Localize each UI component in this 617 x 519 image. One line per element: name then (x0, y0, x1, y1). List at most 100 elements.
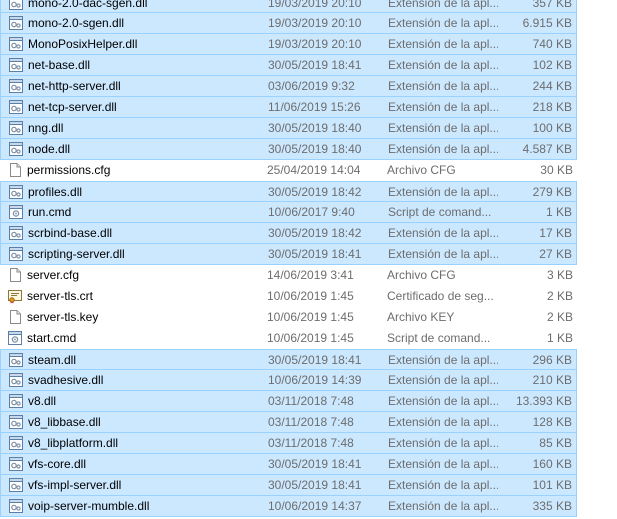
dll-icon (8, 372, 24, 388)
file-row[interactable]: nng.dll 30/05/2019 18:40 Extensión de la a… (0, 118, 577, 139)
file-name: scripting-server.dll (28, 247, 125, 261)
file-date: 19/03/2019 20:10 (268, 0, 362, 10)
file-size: 13.393 KB (515, 394, 572, 408)
dll-icon (8, 435, 24, 451)
file-size: 218 KB (532, 100, 572, 114)
file-date: 30/05/2019 18:42 (268, 226, 362, 240)
file-row[interactable]: voip-server-mumble.dll 10/06/2019 14:37 Ex… (0, 496, 577, 517)
certificate-icon (7, 288, 23, 304)
file-size: 101 KB (532, 478, 572, 492)
file-row[interactable]: run.cmd 10/06/2017 9:40 Script de comand..… (0, 202, 577, 223)
file-name: server-tls.key (27, 310, 99, 324)
dll-icon (8, 120, 24, 136)
file-date: 19/03/2019 20:10 (268, 16, 362, 30)
file-row[interactable]: server-tls.crt 10/06/2019 1:45 Certificado… (0, 286, 577, 307)
file-date: 10/06/2019 1:45 (267, 289, 354, 303)
file-name: nng.dll (28, 121, 64, 135)
file-size: 1 KB (545, 205, 572, 219)
file-size: 244 KB (532, 79, 572, 93)
file-type: Archivo CFG (387, 268, 456, 282)
file-date: 30/05/2019 18:41 (268, 457, 362, 471)
file-row[interactable]: server.cfg 14/06/2019 3:41 Archivo CFG 3 KB (0, 265, 577, 286)
cmd-icon (7, 330, 23, 346)
file-icon (7, 309, 23, 325)
file-row[interactable]: net-tcp-server.dll 11/06/2019 15:26 Extens… (0, 97, 577, 118)
file-row[interactable]: vfs-impl-server.dll 30/05/2019 18:41 Exten… (0, 475, 577, 496)
file-name: v8.dll (28, 394, 57, 408)
file-size: 1 KB (546, 331, 573, 345)
dll-icon (8, 477, 24, 493)
file-row[interactable]: v8_libplatform.dll 03/11/2018 7:48 Extensi… (0, 433, 577, 454)
file-name: vfs-core.dll (28, 457, 87, 471)
dll-icon (8, 78, 24, 94)
file-date: 10/06/2019 1:45 (267, 331, 354, 345)
file-name: profiles.dll (28, 185, 83, 199)
file-type: Archivo KEY (387, 310, 455, 324)
dll-icon (8, 352, 24, 368)
file-size: 100 KB (532, 121, 572, 135)
file-name: permissions.cfg (27, 163, 111, 177)
file-size: 335 KB (532, 499, 572, 513)
file-date: 30/05/2019 18:40 (268, 142, 362, 156)
dll-icon (8, 57, 24, 73)
file-row[interactable]: steam.dll 30/05/2019 18:41 Extensión de la… (0, 349, 577, 370)
file-size: 296 KB (532, 353, 572, 367)
file-size: 210 KB (532, 373, 572, 387)
file-row[interactable]: scrbind-base.dll 30/05/2019 18:42 Extensió… (0, 223, 577, 244)
file-row[interactable]: profiles.dll 30/05/2019 18:42 Extensión de… (0, 181, 577, 202)
dll-icon (8, 393, 24, 409)
file-date: 03/11/2018 7:48 (268, 394, 354, 408)
file-name: steam.dll (28, 353, 77, 367)
file-date: 30/05/2019 18:41 (268, 353, 362, 367)
file-name: svadhesive.dll (28, 373, 104, 387)
file-row[interactable]: MonoPosixHelper.dll 19/03/2019 20:10 Exten… (0, 34, 577, 55)
file-date: 10/06/2019 1:45 (267, 310, 354, 324)
file-date: 19/03/2019 20:10 (268, 37, 362, 51)
file-name: run.cmd (28, 205, 72, 219)
file-name: v8_libbase.dll (28, 415, 101, 429)
file-row[interactable]: mono-2.0-sgen.dll 19/03/2019 20:10 Extensi… (0, 13, 577, 34)
file-row[interactable]: net-base.dll 30/05/2019 18:41 Extensión de… (0, 55, 577, 76)
file-row[interactable]: server-tls.key 10/06/2019 1:45 Archivo KEY… (0, 307, 577, 328)
file-row[interactable]: net-http-server.dll 03/06/2019 9:32 Extens… (0, 76, 577, 97)
file-row[interactable]: permissions.cfg 25/04/2019 14:04 Archivo C… (0, 160, 577, 181)
file-icon (7, 267, 23, 283)
dll-icon (8, 99, 24, 115)
dll-icon (8, 184, 24, 200)
file-size: 128 KB (532, 415, 572, 429)
file-row[interactable]: mono-2.0-dac-sgen.dll 19/03/2019 20:10 Ext… (0, 0, 577, 13)
file-name: net-tcp-server.dll (28, 100, 117, 114)
file-row[interactable]: svadhesive.dll 10/06/2019 14:39 Extensión … (0, 370, 577, 391)
file-name: vfs-impl-server.dll (28, 478, 122, 492)
file-row[interactable]: scripting-server.dll 30/05/2019 18:41 Exte… (0, 244, 577, 265)
file-name: v8_libplatform.dll (28, 436, 119, 450)
file-name: net-http-server.dll (28, 79, 121, 93)
file-date: 30/05/2019 18:41 (268, 478, 362, 492)
file-size: 27 KB (539, 247, 572, 261)
file-date: 03/11/2018 7:48 (268, 415, 354, 429)
file-size: 357 KB (532, 0, 572, 10)
file-size: 85 KB (539, 436, 572, 450)
file-date: 30/05/2019 18:41 (268, 247, 362, 261)
file-row[interactable]: v8.dll 03/11/2018 7:48 Extensión de la apl… (0, 391, 577, 412)
file-date: 30/05/2019 18:40 (268, 121, 362, 135)
dll-icon (8, 36, 24, 52)
file-name: server-tls.crt (27, 289, 93, 303)
file-row[interactable]: start.cmd 10/06/2019 1:45 Script de comand… (0, 328, 577, 349)
file-row[interactable]: v8_libbase.dll 03/11/2018 7:48 Extensión d… (0, 412, 577, 433)
file-size: 3 KB (546, 268, 573, 282)
dll-icon (8, 498, 24, 514)
file-name: mono-2.0-dac-sgen.dll (28, 0, 148, 10)
file-name: voip-server-mumble.dll (28, 499, 150, 513)
file-name: server.cfg (27, 268, 80, 282)
file-type: Archivo CFG (387, 163, 456, 177)
file-row[interactable]: node.dll 30/05/2019 18:40 Extensión de la … (0, 139, 577, 160)
file-name: start.cmd (27, 331, 77, 345)
file-size: 160 KB (532, 457, 572, 471)
file-size: 102 KB (532, 58, 572, 72)
file-row[interactable]: vfs-core.dll 30/05/2019 18:41 Extensión de… (0, 454, 577, 475)
file-date: 25/04/2019 14:04 (267, 163, 361, 177)
file-size: 4.587 KB (522, 142, 572, 156)
file-name: node.dll (28, 142, 71, 156)
file-date: 10/06/2019 14:37 (268, 499, 362, 513)
